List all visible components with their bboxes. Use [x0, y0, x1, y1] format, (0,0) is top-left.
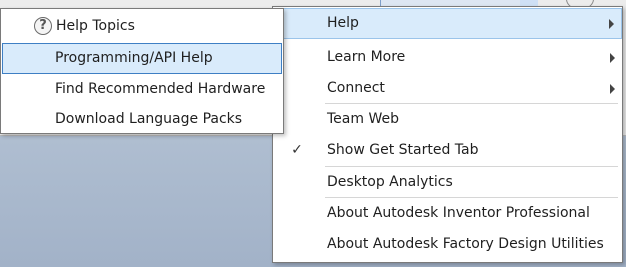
menu-item-about-inventor-professional[interactable]: About Autodesk Inventor Professional [273, 198, 622, 229]
submenu-item-label: Programming/API Help [55, 50, 213, 66]
menu-item-team-web[interactable]: Team Web [273, 104, 622, 135]
submenu-arrow-icon [610, 52, 615, 63]
help-submenu: ? Help Topics Programming/API Help Find … [0, 8, 284, 134]
help-dropdown-menu: Help Learn More Connect Team Web ✓ Show … [272, 6, 623, 263]
menu-item-label: About Autodesk Inventor Professional [327, 205, 590, 221]
menu-item-label: Learn More [327, 49, 406, 65]
submenu-item-help-topics[interactable]: ? Help Topics [2, 11, 282, 42]
menu-item-connect[interactable]: Connect [273, 73, 622, 104]
submenu-item-label: Find Recommended Hardware [55, 81, 266, 97]
menu-item-show-get-started-tab[interactable]: ✓ Show Get Started Tab [273, 135, 622, 166]
submenu-item-label: Help Topics [56, 18, 135, 34]
menu-item-about-factory-design-utilities[interactable]: About Autodesk Factory Design Utilities [273, 229, 622, 260]
submenu-item-find-recommended-hardware[interactable]: Find Recommended Hardware [2, 74, 282, 105]
menu-item-learn-more[interactable]: Learn More [273, 42, 622, 73]
menu-item-label: Connect [327, 80, 385, 96]
help-question-icon: ? [34, 17, 52, 35]
menu-item-label: Help [327, 15, 359, 31]
menu-item-label: Show Get Started Tab [327, 142, 479, 158]
submenu-item-label: Download Language Packs [55, 111, 243, 127]
submenu-arrow-icon [609, 18, 614, 29]
checkmark-icon: ✓ [291, 142, 303, 158]
submenu-item-download-language-packs[interactable]: Download Language Packs [2, 104, 282, 135]
menu-item-help[interactable]: Help [273, 8, 622, 39]
submenu-arrow-icon [610, 83, 615, 94]
menu-item-label: Team Web [327, 111, 399, 127]
menu-item-label: Desktop Analytics [327, 174, 453, 190]
menu-item-desktop-analytics[interactable]: Desktop Analytics [273, 167, 622, 198]
menu-item-label: About Autodesk Factory Design Utilities [327, 236, 604, 252]
submenu-item-programming-api-help[interactable]: Programming/API Help [2, 43, 282, 74]
